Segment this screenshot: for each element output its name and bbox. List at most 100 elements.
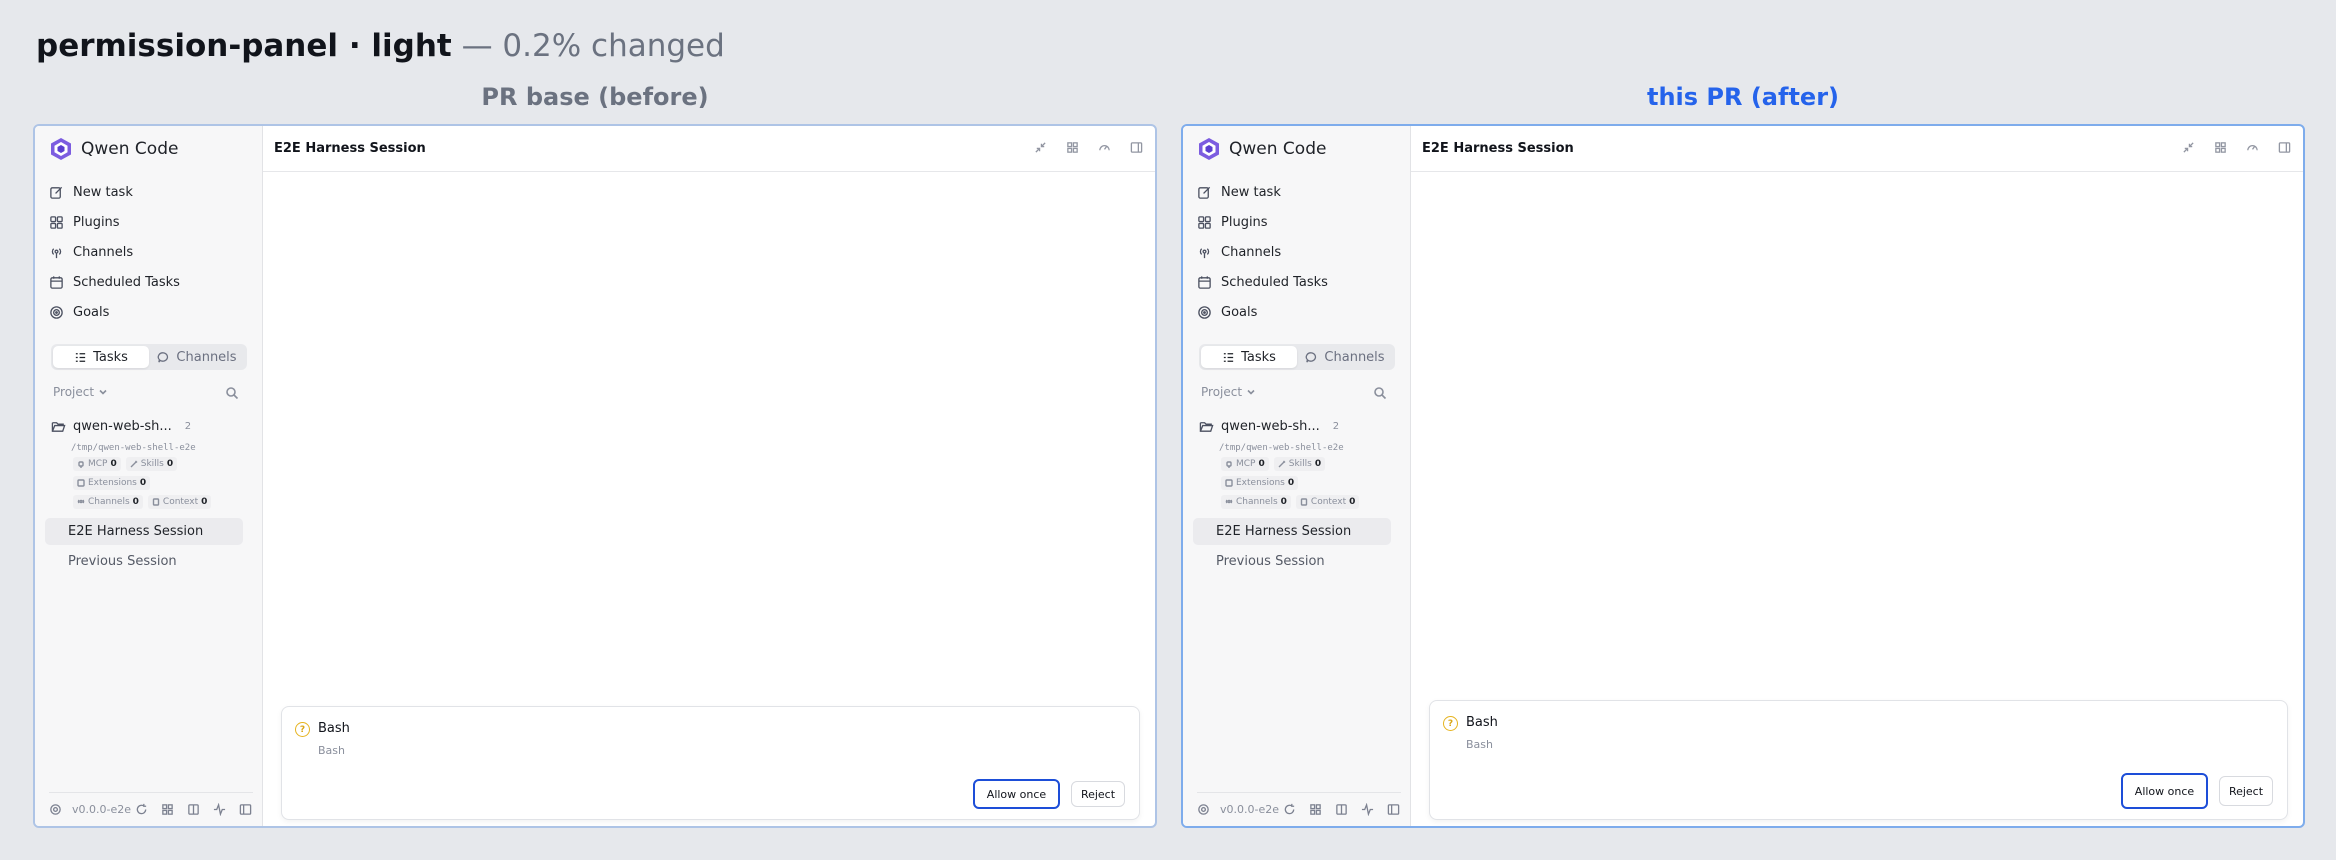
reject-button[interactable]: Reject bbox=[1071, 781, 1125, 807]
sidebar-nav: New task Plugins Channels Scheduled Task… bbox=[49, 177, 249, 327]
activity-icon[interactable] bbox=[1361, 802, 1374, 816]
topbar-actions bbox=[2182, 141, 2291, 154]
chip-channels[interactable]: Channels 0 bbox=[73, 495, 143, 509]
nav-plugins[interactable]: Plugins bbox=[1197, 207, 1397, 237]
permission-tool-name: Bash bbox=[1466, 715, 1498, 730]
tab-tasks[interactable]: Tasks bbox=[1201, 346, 1297, 368]
list-icon bbox=[1223, 352, 1234, 362]
session-item[interactable]: Previous Session bbox=[1193, 548, 1391, 575]
chip-mcp[interactable]: MCP 0 bbox=[73, 457, 121, 471]
chevron-down-icon bbox=[1247, 389, 1255, 395]
activity-icon[interactable] bbox=[213, 802, 226, 816]
session-item-active[interactable]: E2E Harness Session bbox=[45, 518, 243, 545]
collapse-icon[interactable] bbox=[1034, 141, 1047, 154]
gear-icon[interactable] bbox=[1197, 803, 1210, 816]
chip-label: Channels bbox=[88, 497, 130, 507]
nav-scheduled-tasks[interactable]: Scheduled Tasks bbox=[1197, 267, 1397, 297]
grid-icon[interactable] bbox=[161, 803, 174, 816]
workspace-path: /tmp/qwen-web-shell-e2e bbox=[71, 443, 196, 453]
chip-skills[interactable]: Skills 0 bbox=[125, 457, 178, 471]
grid-icon[interactable] bbox=[2214, 141, 2227, 154]
project-filter[interactable]: Project bbox=[1201, 385, 1256, 399]
panel-toggle-icon[interactable] bbox=[2278, 141, 2291, 154]
book-icon[interactable] bbox=[1335, 803, 1348, 816]
workspace-chips: MCP 0 Skills 0 Extensions 0 Channels 0 Conte… bbox=[73, 457, 253, 514]
chip-label: Context bbox=[1310, 497, 1347, 507]
nav-goals[interactable]: Goals bbox=[49, 297, 249, 327]
panel-toggle-icon[interactable] bbox=[1130, 141, 1143, 154]
file-icon bbox=[1300, 498, 1308, 506]
session-item[interactable]: Previous Session bbox=[45, 548, 243, 575]
chip-extensions[interactable]: Extensions 0 bbox=[1221, 476, 1299, 490]
nav-channels[interactable]: Channels bbox=[49, 237, 249, 267]
allow-once-button[interactable]: Allow once bbox=[973, 779, 1060, 809]
chip-count: 0 bbox=[132, 497, 139, 507]
gauge-icon[interactable] bbox=[1098, 141, 1111, 154]
refresh-icon[interactable] bbox=[135, 803, 148, 816]
workspace-item[interactable]: qwen-web-sh... 2 bbox=[51, 416, 251, 436]
chip-label: Extensions bbox=[88, 478, 137, 488]
chip-extensions[interactable]: Extensions 0 bbox=[73, 476, 151, 490]
tab-channels[interactable]: Channels bbox=[1297, 346, 1393, 368]
folder-open-icon bbox=[1199, 421, 1214, 432]
broadcast-icon bbox=[1199, 247, 1210, 258]
nav-new-task[interactable]: New task bbox=[1197, 177, 1397, 207]
refresh-icon[interactable] bbox=[1283, 803, 1296, 816]
permission-detail: Bash bbox=[318, 744, 345, 757]
nav-plugins[interactable]: Plugins bbox=[49, 207, 249, 237]
search-icon[interactable] bbox=[1373, 386, 1387, 400]
nav-new-task[interactable]: New task bbox=[49, 177, 249, 207]
brand[interactable]: Qwen Code bbox=[1197, 136, 1326, 162]
workspace-chips: MCP 0 Skills 0 Extensions 0 Channels 0 Conte… bbox=[1221, 457, 1401, 514]
version-label: v0.0.0-e2e bbox=[72, 802, 132, 816]
topbar: E2E Harness Session bbox=[1411, 126, 2303, 172]
broadcast-icon bbox=[51, 247, 62, 258]
chip-context[interactable]: Context 0 bbox=[1295, 495, 1360, 509]
tab-tasks[interactable]: Tasks bbox=[53, 346, 149, 368]
file-icon bbox=[152, 498, 160, 506]
reject-button[interactable]: Reject bbox=[2219, 776, 2273, 806]
qwen-logo-icon bbox=[51, 138, 71, 160]
edit-icon bbox=[1198, 186, 1211, 199]
session-item-active[interactable]: E2E Harness Session bbox=[1193, 518, 1391, 545]
brand[interactable]: Qwen Code bbox=[49, 136, 178, 162]
gauge-icon[interactable] bbox=[2246, 141, 2259, 154]
nav-goals[interactable]: Goals bbox=[1197, 297, 1397, 327]
project-filter[interactable]: Project bbox=[53, 385, 108, 399]
tab-channels[interactable]: Channels bbox=[149, 346, 245, 368]
app-window: Qwen Code New task Plugins Channels Sche… bbox=[33, 124, 1157, 828]
sidebar: Qwen Code New task Plugins Channels Sche… bbox=[1183, 126, 1411, 826]
search-icon[interactable] bbox=[225, 386, 239, 400]
sidebar-footer: v0.0.0-e2e bbox=[1197, 792, 1401, 818]
collapse-icon[interactable] bbox=[2182, 141, 2195, 154]
chip-mcp[interactable]: MCP 0 bbox=[1221, 457, 1269, 471]
plugin-icon bbox=[1198, 215, 1211, 229]
nav-label: Plugins bbox=[1221, 214, 1268, 230]
workspace-path: /tmp/qwen-web-shell-e2e bbox=[1219, 443, 1344, 453]
project-label: Project bbox=[1201, 385, 1243, 399]
page-title: permission-panel · light — 0.2% changed bbox=[36, 26, 725, 66]
grid-icon[interactable] bbox=[1309, 803, 1322, 816]
chip-skills[interactable]: Skills 0 bbox=[1273, 457, 1326, 471]
workspace-count: 2 bbox=[1332, 420, 1340, 432]
gear-icon[interactable] bbox=[49, 803, 62, 816]
list-icon bbox=[75, 352, 86, 362]
before-heading: PR base (before) bbox=[481, 83, 709, 111]
workspace-item[interactable]: qwen-web-sh... 2 bbox=[1199, 416, 1399, 436]
chip-count: 0 bbox=[1349, 497, 1356, 507]
nav-label: Channels bbox=[73, 244, 134, 260]
broadcast-icon bbox=[77, 499, 85, 504]
nav-scheduled-tasks[interactable]: Scheduled Tasks bbox=[49, 267, 249, 297]
grid-icon[interactable] bbox=[1066, 141, 1079, 154]
permission-detail: Bash bbox=[1466, 738, 1493, 751]
book-icon[interactable] bbox=[187, 803, 200, 816]
nav-channels[interactable]: Channels bbox=[1197, 237, 1397, 267]
chip-context[interactable]: Context 0 bbox=[147, 495, 212, 509]
chip-channels[interactable]: Channels 0 bbox=[1221, 495, 1291, 509]
chip-count: 0 bbox=[139, 478, 147, 488]
sidebar-toggle-icon[interactable] bbox=[239, 803, 252, 816]
sidebar-toggle-icon[interactable] bbox=[1387, 803, 1400, 816]
page-title-subtitle: — 0.2% changed bbox=[461, 28, 725, 64]
nav-label: Plugins bbox=[73, 214, 120, 230]
allow-once-button[interactable]: Allow once bbox=[2121, 773, 2208, 809]
